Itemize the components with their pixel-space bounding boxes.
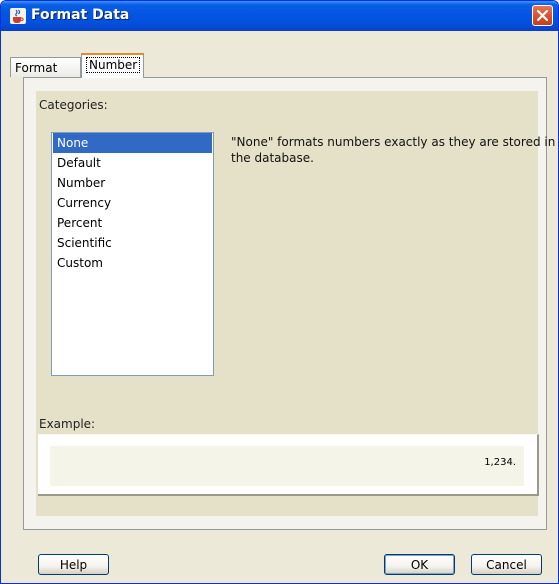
list-item-custom[interactable]: Custom xyxy=(53,253,212,273)
ok-button[interactable]: OK xyxy=(384,554,455,575)
categories-list[interactable]: None Default Number Currency Percent Sci… xyxy=(51,132,214,376)
close-icon xyxy=(537,10,548,21)
example-label: Example: xyxy=(39,417,96,431)
example-preview: 1,234. xyxy=(50,446,524,486)
tab-number[interactable]: Number xyxy=(81,53,144,78)
window-title: Format Data xyxy=(31,7,130,23)
help-button[interactable]: Help xyxy=(38,554,109,575)
example-box: 1,234. xyxy=(38,434,539,496)
list-item-currency[interactable]: Currency xyxy=(53,193,212,213)
list-item-number[interactable]: Number xyxy=(53,173,212,193)
cancel-button[interactable]: Cancel xyxy=(471,554,542,575)
category-description: "None" formats numbers exactly as they a… xyxy=(231,135,556,165)
format-data-dialog: Format Data Format Number Categories: No… xyxy=(0,0,559,584)
close-button[interactable] xyxy=(532,5,553,26)
tab-number-label: Number xyxy=(86,57,141,73)
list-item-percent[interactable]: Percent xyxy=(53,213,212,233)
list-item-none[interactable]: None xyxy=(53,133,212,153)
tab-format[interactable]: Format xyxy=(10,57,81,77)
title-bar[interactable]: Format Data xyxy=(1,1,558,31)
list-item-scientific[interactable]: Scientific xyxy=(53,233,212,253)
list-item-default[interactable]: Default xyxy=(53,153,212,173)
tab-format-label: Format xyxy=(15,61,58,75)
categories-label: Categories: xyxy=(39,98,108,112)
java-cup-icon xyxy=(10,8,26,24)
example-value: 1,234. xyxy=(484,457,516,468)
